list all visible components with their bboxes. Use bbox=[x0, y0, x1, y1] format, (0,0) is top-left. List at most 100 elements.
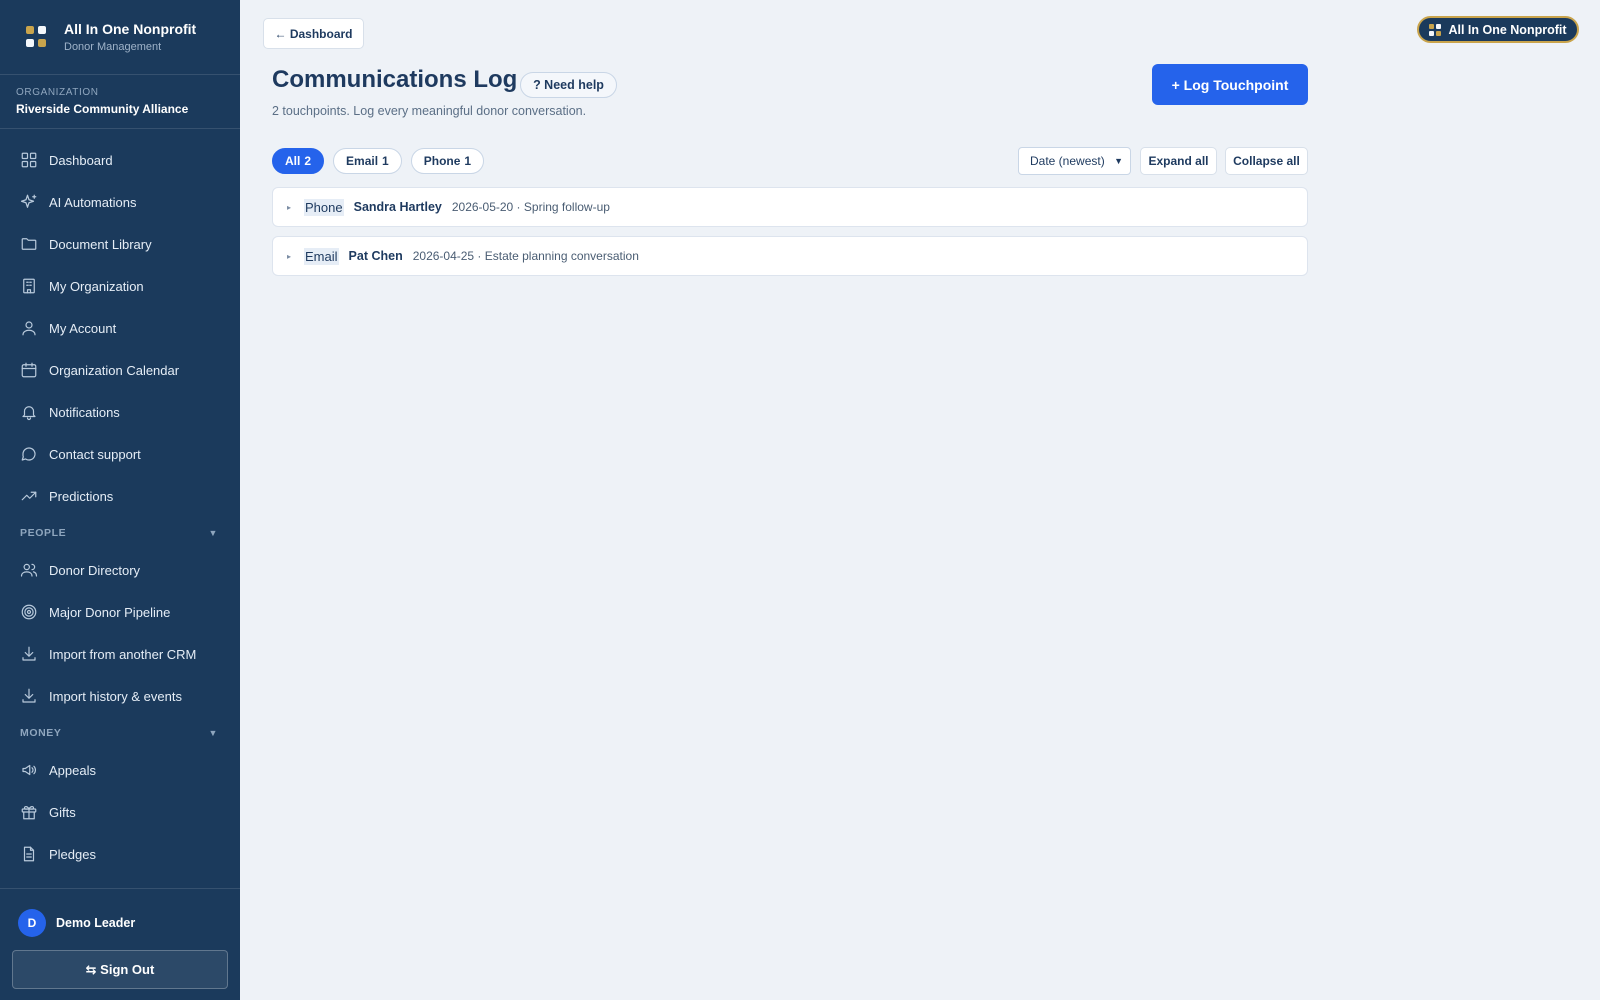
sign-out-button[interactable]: ⇆ Sign Out bbox=[12, 950, 228, 989]
document-icon bbox=[23, 846, 35, 862]
filter-chip-label: All bbox=[285, 154, 301, 168]
touchpoint-type: Email bbox=[304, 247, 339, 265]
sidebar-item-import-history[interactable]: Import history & events bbox=[0, 675, 240, 717]
app-pill-label: All In One Nonprofit bbox=[1448, 22, 1567, 37]
filter-chip-phone[interactable]: Phone 1 bbox=[410, 148, 485, 174]
sidebar-item-pledges[interactable]: Pledges bbox=[0, 833, 240, 875]
sidebar-item-label: Pledges bbox=[49, 846, 96, 862]
chat-icon bbox=[21, 447, 36, 461]
filter-chip-count: 2 bbox=[304, 154, 312, 168]
need-help-button[interactable]: ? Need help bbox=[520, 72, 617, 98]
collapse-all-button[interactable]: Collapse all bbox=[1225, 147, 1308, 175]
sidebar-item-label: Major Donor Pipeline bbox=[49, 604, 171, 620]
avatar: D bbox=[18, 909, 46, 937]
filter-chip-label: Email bbox=[346, 154, 379, 168]
sidebar-item-document-library[interactable]: Document Library bbox=[0, 223, 240, 265]
touchpoint-donor: Sandra Hartley bbox=[353, 200, 442, 214]
sidebar-nav: Dashboard AI Automations Document Librar… bbox=[0, 139, 240, 887]
caret-down-icon: ▼ bbox=[208, 528, 218, 538]
sidebar: All In One Nonprofit Donor Management OR… bbox=[0, 0, 240, 1000]
sidebar-item-label: Appeals bbox=[49, 762, 96, 778]
touchpoint-row[interactable]: ▸ Phone Sandra Hartley 2026-05-20 · Spri… bbox=[272, 187, 1308, 227]
touchpoint-meta: 2026-04-25 · Estate planning conversatio… bbox=[412, 249, 639, 263]
page-subtitle: 2 touchpoints. Log every meaningful dono… bbox=[272, 104, 587, 118]
sidebar-item-notifications[interactable]: Notifications bbox=[0, 391, 240, 433]
sidebar-item-label: Gifts bbox=[49, 804, 76, 820]
brand[interactable]: All In One Nonprofit Donor Management bbox=[0, 0, 240, 75]
chevron-down-icon: ▼ bbox=[1114, 156, 1123, 166]
sidebar-item-label: AI Automations bbox=[49, 194, 137, 210]
log-touchpoint-button[interactable]: + Log Touchpoint bbox=[1152, 64, 1308, 105]
filter-chip-count: 1 bbox=[382, 154, 389, 168]
brand-name: All In One Nonprofit bbox=[64, 21, 197, 37]
trend-icon bbox=[21, 491, 37, 501]
building-icon bbox=[23, 278, 35, 294]
sparkle-icon bbox=[20, 194, 37, 208]
sidebar-item-label: Predictions bbox=[49, 488, 114, 504]
sidebar-item-my-organization[interactable]: My Organization bbox=[0, 265, 240, 307]
touchpoint-meta: 2026-05-20 · Spring follow-up bbox=[451, 200, 610, 214]
nav-section-label: MONEY bbox=[20, 727, 62, 739]
calendar-icon bbox=[21, 362, 37, 378]
filter-chip-count: 1 bbox=[464, 154, 472, 168]
organization-block: ORGANIZATION Riverside Community Allianc… bbox=[0, 75, 240, 129]
filter-chip-email[interactable]: Email 1 bbox=[333, 148, 402, 174]
brand-subtitle: Donor Management bbox=[64, 41, 162, 53]
megaphone-icon bbox=[22, 764, 36, 776]
sidebar-item-import-crm[interactable]: Import from another CRM bbox=[0, 633, 240, 675]
touchpoint-type: Phone bbox=[304, 198, 344, 216]
filter-chip-all[interactable]: All 2 bbox=[272, 148, 325, 174]
gift-icon bbox=[21, 806, 37, 820]
sidebar-item-predictions[interactable]: Predictions bbox=[0, 475, 240, 517]
bell-icon bbox=[22, 406, 36, 421]
expand-all-button[interactable]: Expand all bbox=[1140, 147, 1217, 175]
app-switcher-pill[interactable]: All In One Nonprofit bbox=[1417, 16, 1579, 43]
grid-icon bbox=[21, 152, 37, 168]
sidebar-item-label: Document Library bbox=[49, 236, 152, 252]
sidebar-item-label: Organization Calendar bbox=[49, 362, 180, 378]
app-logo-icon bbox=[1429, 23, 1442, 36]
touchpoint-donor: Pat Chen bbox=[348, 249, 403, 263]
back-to-dashboard-button[interactable]: ← Dashboard bbox=[263, 18, 364, 49]
nav-section-money[interactable]: MONEY ▼ bbox=[0, 717, 240, 749]
app-logo-icon bbox=[26, 26, 48, 48]
sidebar-item-organization-calendar[interactable]: Organization Calendar bbox=[0, 349, 240, 391]
sidebar-item-donor-directory[interactable]: Donor Directory bbox=[0, 549, 240, 591]
organization-name: Riverside Community Alliance bbox=[16, 102, 189, 116]
sidebar-item-label: My Organization bbox=[49, 278, 144, 294]
organization-label: ORGANIZATION bbox=[16, 87, 99, 98]
sidebar-item-dashboard[interactable]: Dashboard bbox=[0, 139, 240, 181]
download-icon bbox=[22, 688, 36, 703]
nav-section-label: PEOPLE bbox=[20, 527, 67, 539]
sidebar-item-gifts[interactable]: Gifts bbox=[0, 791, 240, 833]
users-icon bbox=[20, 563, 38, 577]
sort-select-value: Date (newest) bbox=[1030, 154, 1105, 168]
sidebar-item-contact-support[interactable]: Contact support bbox=[0, 433, 240, 475]
expand-triangle-icon[interactable]: ▸ bbox=[287, 203, 291, 212]
filter-chip-label: Phone bbox=[423, 154, 461, 168]
sidebar-item-label: My Account bbox=[49, 320, 117, 336]
sidebar-item-major-donor-pipeline[interactable]: Major Donor Pipeline bbox=[0, 591, 240, 633]
download-icon bbox=[22, 646, 36, 661]
target-icon bbox=[21, 604, 37, 620]
folder-icon bbox=[21, 238, 37, 250]
sidebar-item-appeals[interactable]: Appeals bbox=[0, 749, 240, 791]
filter-chips: All 2 Email 1 Phone 1 bbox=[272, 148, 493, 174]
touchpoint-row[interactable]: ▸ Email Pat Chen 2026-04-25 · Estate pla… bbox=[272, 236, 1308, 276]
page-title: Communications Log bbox=[272, 66, 518, 93]
sidebar-item-label: Dashboard bbox=[49, 152, 113, 168]
sidebar-item-ai-automations[interactable]: AI Automations bbox=[0, 181, 240, 223]
user-name: Demo Leader bbox=[56, 916, 136, 930]
sidebar-item-my-account[interactable]: My Account bbox=[0, 307, 240, 349]
user-profile[interactable]: D Demo Leader bbox=[0, 889, 240, 937]
expand-triangle-icon[interactable]: ▸ bbox=[287, 252, 291, 261]
sidebar-item-label: Import from another CRM bbox=[49, 646, 197, 662]
user-icon bbox=[22, 321, 36, 336]
caret-down-icon: ▼ bbox=[208, 728, 218, 738]
sidebar-item-label: Notifications bbox=[49, 404, 120, 420]
nav-section-people[interactable]: PEOPLE ▼ bbox=[0, 517, 240, 549]
touchpoint-list: ▸ Phone Sandra Hartley 2026-05-20 · Spri… bbox=[272, 187, 1308, 285]
sidebar-item-label: Donor Directory bbox=[49, 562, 141, 578]
sidebar-item-label: Contact support bbox=[49, 446, 141, 462]
sort-select[interactable]: Date (newest) ▼ bbox=[1018, 147, 1131, 175]
